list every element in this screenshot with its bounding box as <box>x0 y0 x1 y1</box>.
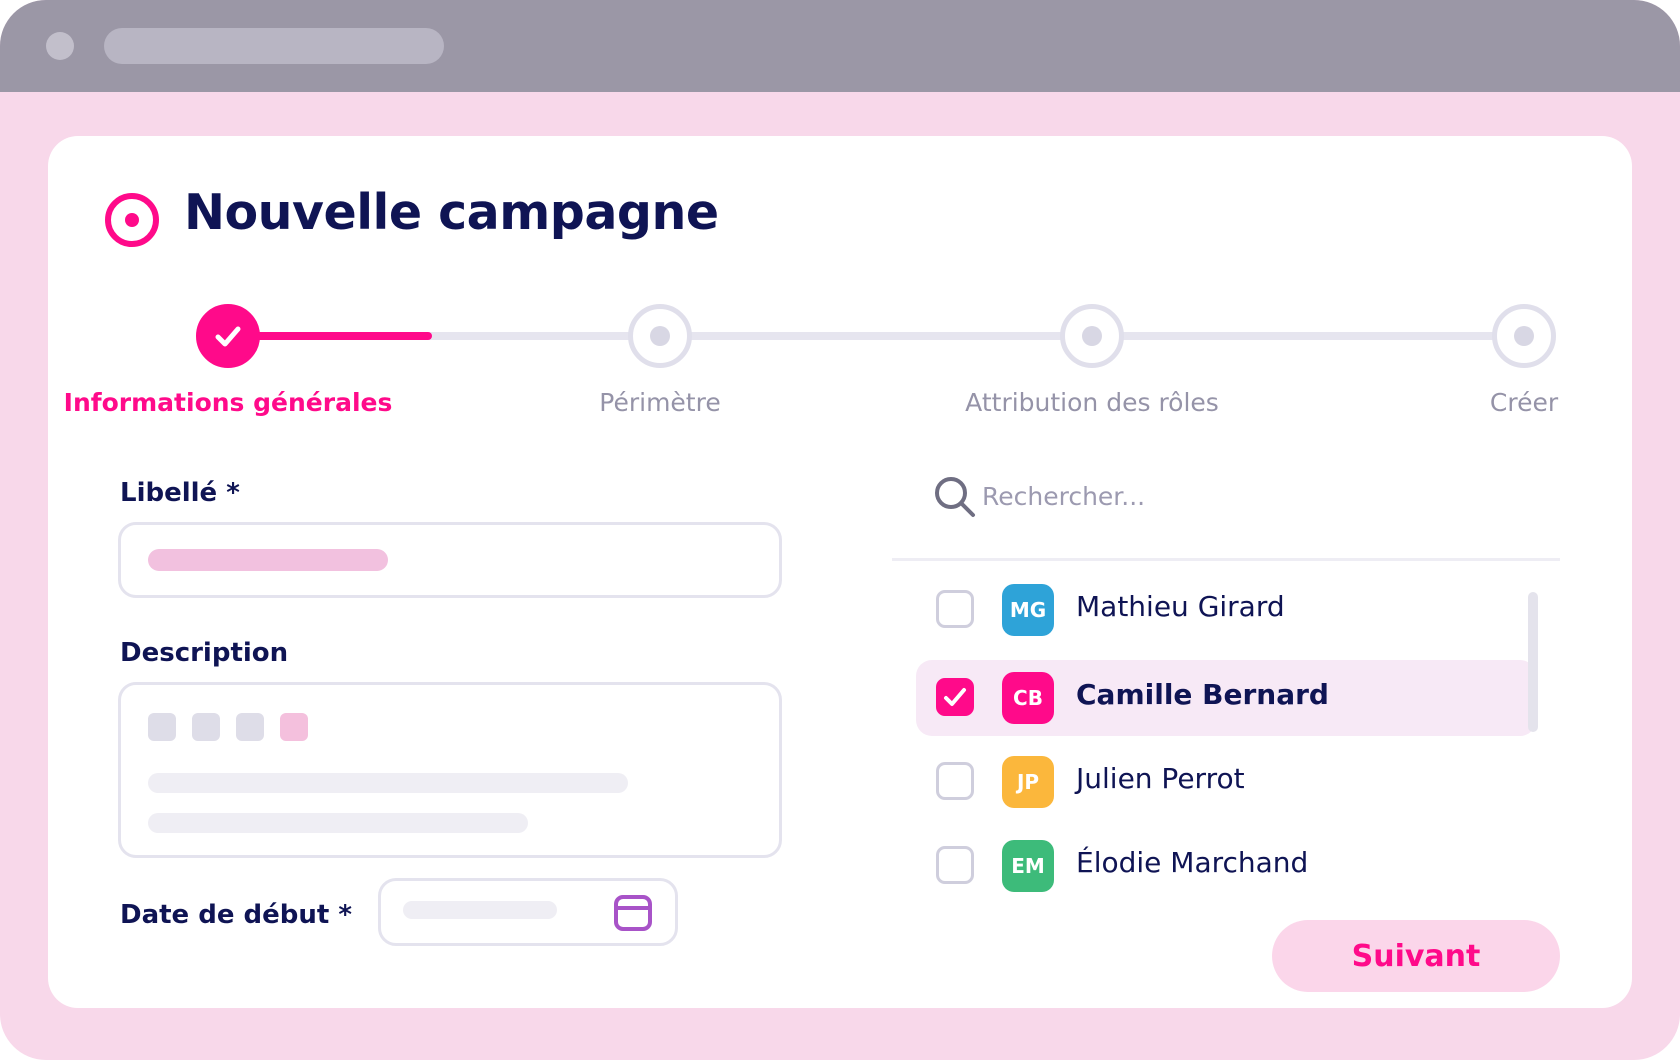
avatar: JP <box>1002 756 1054 808</box>
avatar: EM <box>1002 840 1054 892</box>
check-icon <box>944 688 966 706</box>
person-name: Camille Bernard <box>1076 678 1329 711</box>
list-item[interactable]: EM Élodie Marchand <box>916 828 1536 904</box>
target-icon <box>105 193 159 247</box>
format-underline-button[interactable] <box>236 713 264 741</box>
person-name: Mathieu Girard <box>1076 590 1285 623</box>
person-checkbox[interactable] <box>936 590 974 628</box>
libelle-label: Libellé * <box>120 478 240 508</box>
step-2-node[interactable] <box>628 304 692 368</box>
text-placeholder-bar <box>148 549 388 571</box>
step-3-node[interactable] <box>1060 304 1124 368</box>
check-icon <box>215 326 241 347</box>
step-4-node[interactable] <box>1492 304 1556 368</box>
search-input[interactable] <box>982 470 1502 522</box>
search-icon <box>935 477 975 517</box>
start-date-input[interactable] <box>378 878 678 946</box>
text-placeholder-bar <box>148 773 628 793</box>
text-placeholder-bar <box>403 901 557 919</box>
people-list-scrollbar[interactable] <box>1528 592 1538 732</box>
address-bar[interactable] <box>104 28 444 64</box>
person-name: Élodie Marchand <box>1076 846 1309 879</box>
text-placeholder-bar <box>148 813 528 833</box>
list-item[interactable]: MG Mathieu Girard <box>916 572 1536 648</box>
window-titlebar <box>0 0 1680 92</box>
list-item[interactable]: CB Camille Bernard <box>916 660 1536 736</box>
campaign-form-card: Nouvelle campagne Informations générales… <box>48 136 1632 1008</box>
browser-window: Nouvelle campagne Informations générales… <box>0 0 1680 1060</box>
person-checkbox[interactable] <box>936 846 974 884</box>
start-date-label: Date de début * <box>120 900 352 930</box>
next-button[interactable]: Suivant <box>1272 920 1560 992</box>
person-checkbox[interactable] <box>936 678 974 716</box>
person-name: Julien Perrot <box>1076 762 1245 795</box>
libelle-input[interactable] <box>118 522 782 598</box>
step-1-node[interactable] <box>196 304 260 368</box>
description-textarea[interactable] <box>118 682 782 858</box>
search-divider <box>892 558 1560 561</box>
people-search <box>892 466 1560 528</box>
format-bold-button[interactable] <box>148 713 176 741</box>
format-italic-button[interactable] <box>192 713 220 741</box>
format-color-button[interactable] <box>280 713 308 741</box>
window-control-dot[interactable] <box>46 32 74 60</box>
list-item[interactable]: JP Julien Perrot <box>916 744 1536 820</box>
avatar: CB <box>1002 672 1054 724</box>
page-title: Nouvelle campagne <box>184 184 719 241</box>
calendar-icon[interactable] <box>613 893 653 933</box>
avatar: MG <box>1002 584 1054 636</box>
step-2-label[interactable]: Périmètre <box>599 388 720 417</box>
step-3-label[interactable]: Attribution des rôles <box>965 388 1219 417</box>
step-4-label[interactable]: Créer <box>1490 388 1558 417</box>
step-1-label[interactable]: Informations générales <box>64 388 393 417</box>
description-label: Description <box>120 638 289 668</box>
person-checkbox[interactable] <box>936 762 974 800</box>
